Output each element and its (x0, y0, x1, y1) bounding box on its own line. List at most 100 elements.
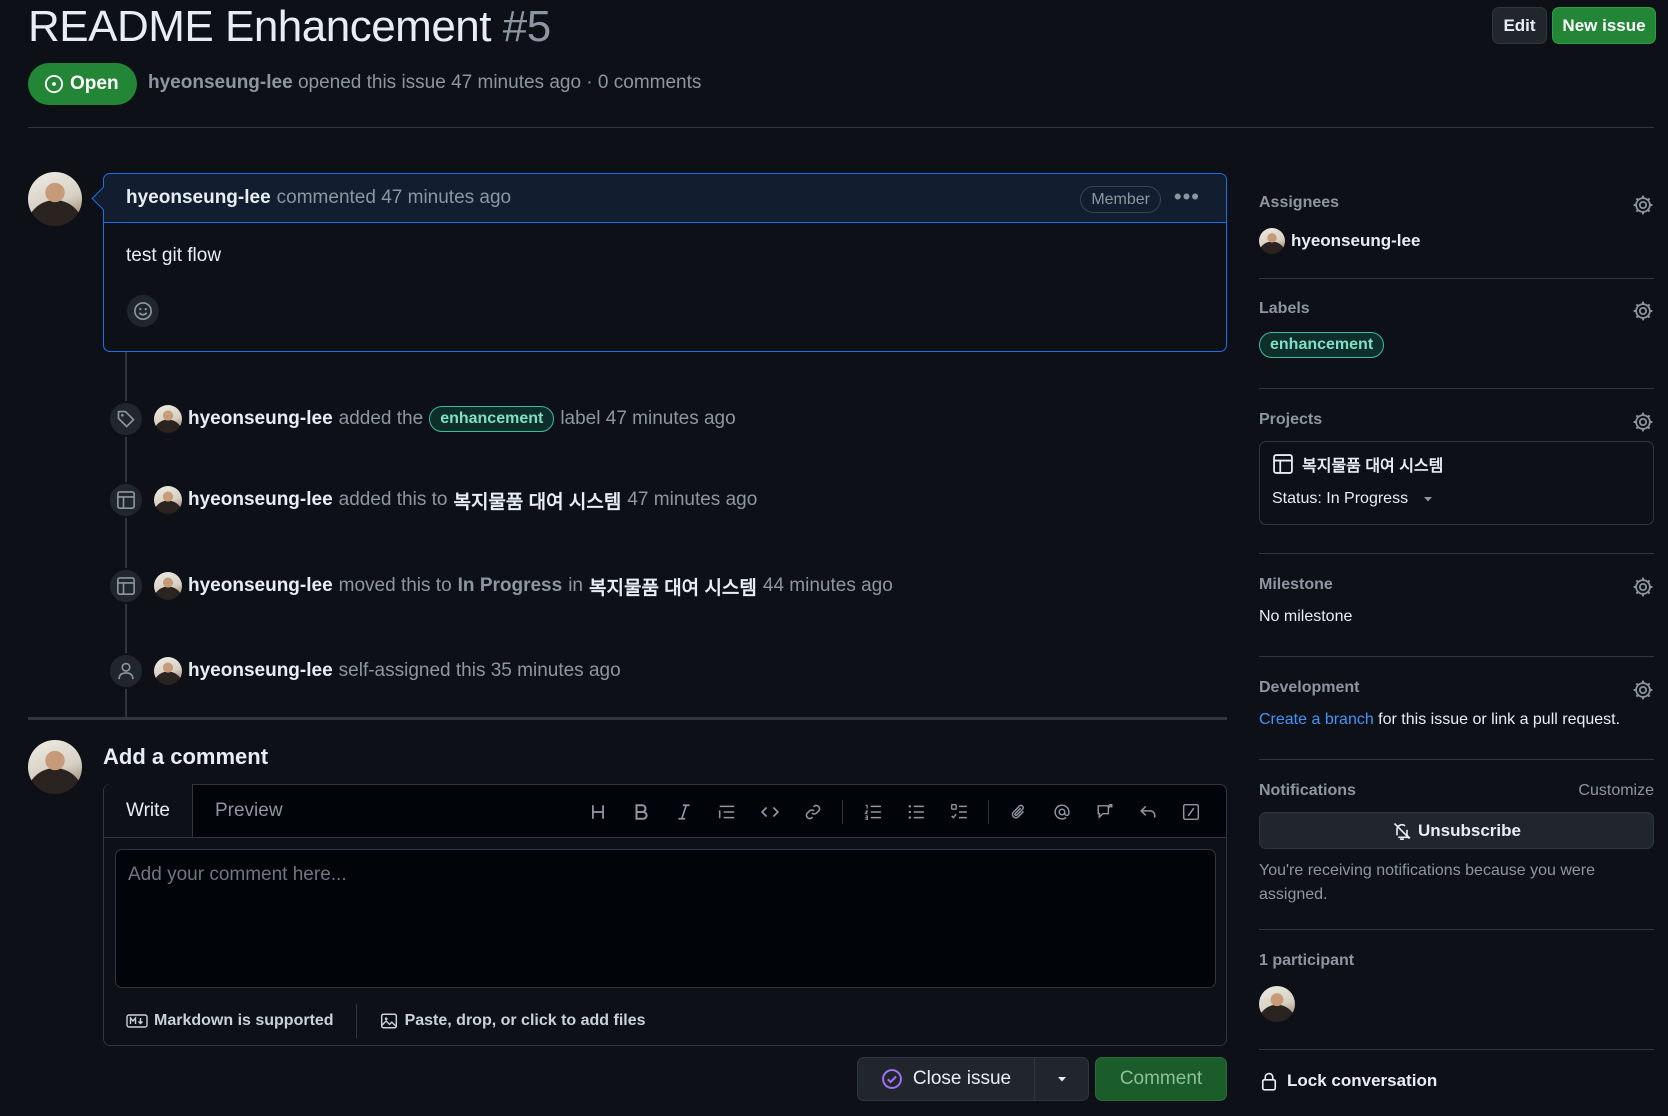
avatar (1259, 228, 1285, 254)
issue-title: README Enhancement #5 (28, 2, 551, 52)
projects-section: Projects 복지물품 대여 시스템 Status: In Progress (1259, 411, 1654, 525)
check-circle-icon (881, 1069, 902, 1089)
gear-icon[interactable] (1632, 411, 1654, 438)
edit-button[interactable]: Edit (1492, 7, 1547, 44)
italic-icon[interactable] (662, 785, 705, 838)
close-issue-button[interactable]: Close issue (857, 1057, 1035, 1101)
toolbar-separator (842, 799, 843, 824)
gear-icon[interactable] (1632, 576, 1654, 603)
code-icon[interactable] (748, 785, 791, 838)
event-actor[interactable]: hyeonseung-lee (188, 660, 333, 682)
project-link[interactable]: 복지물품 대여 시스템 (453, 487, 621, 514)
event-actor[interactable]: hyeonseung-lee (188, 575, 333, 597)
current-user-avatar[interactable] (28, 740, 82, 794)
sidebar-divider (1259, 553, 1654, 554)
avatar[interactable] (154, 572, 182, 600)
task-list-icon[interactable] (937, 785, 980, 838)
milestone-title: Milestone (1259, 576, 1333, 593)
cross-reference-icon[interactable] (1083, 785, 1126, 838)
timeline-event-assigned: hyeonseung-lee self-assigned this 35 min… (108, 653, 621, 689)
close-options-button[interactable] (1035, 1057, 1089, 1101)
labels-title: Labels (1259, 300, 1310, 317)
sidebar-divider (1259, 1049, 1654, 1050)
comment-author-avatar[interactable] (28, 172, 82, 226)
comment-button[interactable]: Comment (1095, 1057, 1227, 1101)
comment-author-link[interactable]: hyeonseung-lee (126, 187, 271, 209)
sidebar-divider (1259, 929, 1654, 930)
unsubscribe-button[interactable]: Unsubscribe (1259, 812, 1654, 849)
comment-meta: commented 47 minutes ago (276, 187, 512, 208)
unordered-list-icon[interactable] (894, 785, 937, 838)
attach-icon[interactable] (997, 785, 1040, 838)
comment-options-icon[interactable]: ••• (1174, 184, 1200, 210)
event-text: added the (338, 408, 424, 429)
timeline-divider (28, 717, 1227, 720)
issue-state-badge: Open (28, 63, 137, 105)
development-text: Create a branch for this issue or link a… (1259, 711, 1654, 729)
enhancement-label[interactable]: enhancement (429, 406, 555, 432)
slash-command-icon[interactable] (1169, 785, 1212, 838)
avatar[interactable] (154, 405, 182, 433)
table-icon (108, 568, 144, 604)
sidebar-divider (1259, 388, 1654, 389)
participants-section: 1 participant (1259, 952, 1654, 1027)
milestone-section: Milestone No milestone (1259, 576, 1654, 626)
bell-slash-icon (1393, 822, 1411, 840)
add-reaction-button[interactable] (127, 295, 159, 327)
person-icon (108, 653, 144, 689)
milestone-value: No milestone (1259, 608, 1353, 625)
quote-icon[interactable] (705, 785, 748, 838)
notifications-section: Notifications Customize Unsubscribe You'… (1259, 782, 1654, 907)
project-status-name: In Progress (457, 575, 563, 596)
project-status-dropdown[interactable]: Status: In Progress (1272, 490, 1641, 508)
ordered-list-icon[interactable] (851, 785, 894, 838)
new-issue-button[interactable]: New issue (1552, 7, 1656, 44)
project-link[interactable]: 복지물품 대여 시스템 (589, 573, 757, 600)
heading-icon[interactable] (576, 785, 619, 838)
assignee-item[interactable]: hyeonseung-lee (1259, 228, 1654, 254)
tab-preview[interactable]: Preview (193, 784, 305, 837)
close-issue-label: Close issue (912, 1068, 1012, 1089)
comment-textarea[interactable] (115, 849, 1216, 988)
customize-link[interactable]: Customize (1578, 782, 1654, 800)
sidebar-divider (1259, 759, 1654, 760)
lock-conversation-link[interactable]: Lock conversation (1259, 1070, 1654, 1092)
markdown-icon (126, 1014, 148, 1028)
bold-icon[interactable] (619, 785, 662, 838)
assignees-section: Assignees hyeonseung-lee (1259, 194, 1654, 254)
editor-footer: Markdown is supported Paste, drop, or cl… (104, 996, 1226, 1046)
timeline-event-labeled: hyeonseung-lee added the enhancement lab… (108, 401, 736, 437)
mention-icon[interactable] (1040, 785, 1083, 838)
link-icon[interactable] (791, 785, 834, 838)
enhancement-label[interactable]: enhancement (1259, 332, 1385, 358)
avatar[interactable] (154, 486, 182, 514)
project-link[interactable]: 복지물품 대여 시스템 (1272, 452, 1641, 476)
avatar[interactable] (154, 657, 182, 685)
caret-down-icon (1424, 497, 1433, 502)
gear-icon[interactable] (1632, 300, 1654, 327)
tab-write[interactable]: Write (104, 784, 193, 837)
issue-comment: hyeonseung-lee commented 47 minutes ago … (103, 173, 1227, 352)
member-badge: Member (1080, 186, 1161, 213)
create-branch-link[interactable]: Create a branch (1259, 711, 1374, 728)
sidebar-divider (1259, 656, 1654, 657)
add-files-link[interactable]: Paste, drop, or click to add files (405, 1012, 646, 1030)
event-time: label 47 minutes ago (560, 408, 736, 429)
participant-avatar[interactable] (1259, 986, 1295, 1022)
gear-icon[interactable] (1632, 194, 1654, 221)
markdown-toolbar (576, 785, 1212, 838)
issue-title-text: README Enhancement (28, 2, 492, 51)
event-time: 47 minutes ago (627, 489, 758, 510)
issue-author-link[interactable]: hyeonseung-lee (148, 72, 293, 93)
editor-tabs: Write Preview (104, 784, 1226, 838)
reply-icon[interactable] (1126, 785, 1169, 838)
timeline-event-project-moved: hyeonseung-lee moved this to In Progress… (108, 568, 893, 604)
assignees-title: Assignees (1259, 194, 1340, 211)
gear-icon[interactable] (1632, 679, 1654, 706)
event-actor[interactable]: hyeonseung-lee (188, 489, 333, 511)
event-time: 44 minutes ago (762, 575, 893, 596)
markdown-supported-link[interactable]: Markdown is supported (154, 1012, 334, 1030)
sidebar-divider (1259, 278, 1654, 279)
event-actor[interactable]: hyeonseung-lee (188, 408, 333, 430)
lock-section: Lock conversation (1259, 1070, 1654, 1092)
